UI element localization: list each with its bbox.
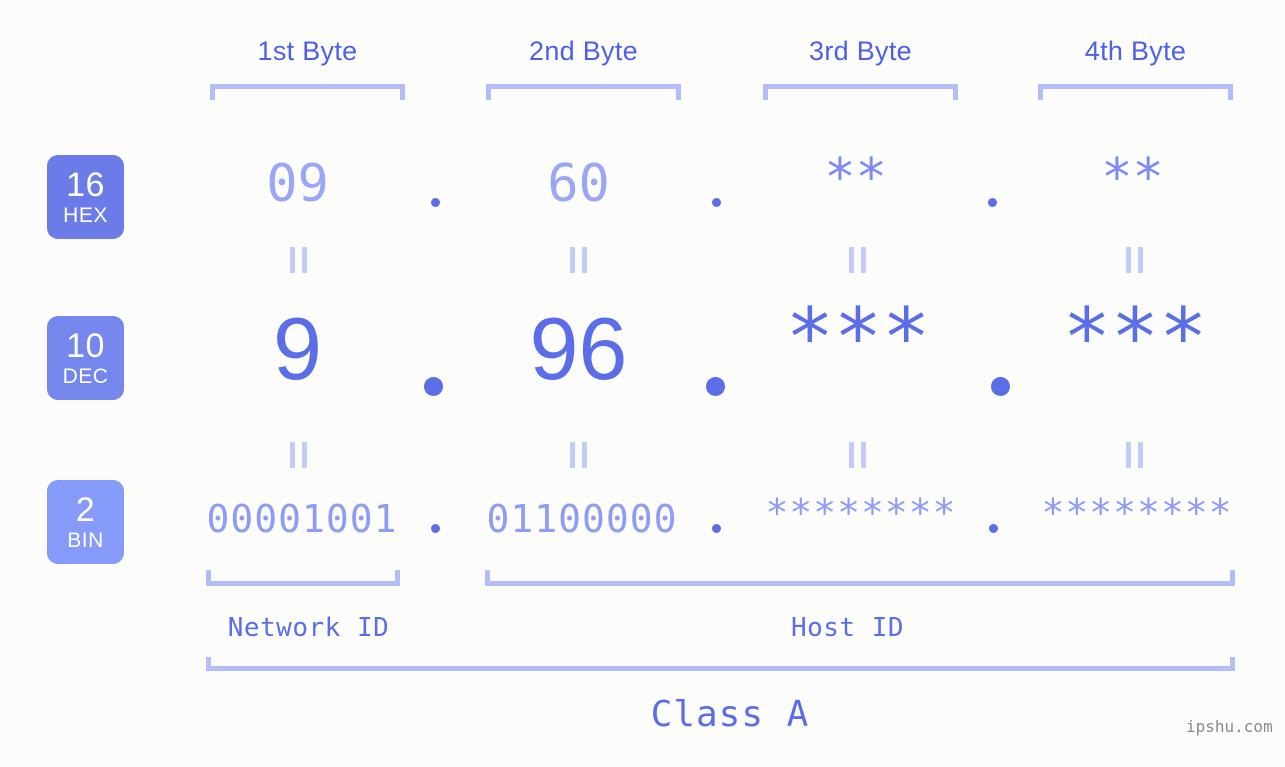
ip-breakdown-diagram: 1st Byte 2nd Byte 3rd Byte 4th Byte 16 H…: [0, 0, 1285, 767]
equals-mark-dec-bin-4: [1126, 442, 1143, 468]
hex-dot-separator-1: [431, 198, 440, 207]
equals-mark-hex-dec-1: [290, 247, 307, 273]
radix-badge-hex-label: HEX: [63, 204, 108, 227]
radix-badge-dec: 10 DEC: [47, 316, 124, 400]
byte-bracket-top-1: [210, 84, 405, 100]
equals-mark-dec-bin-3: [849, 442, 866, 468]
radix-badge-bin-number: 2: [75, 491, 96, 529]
radix-badge-dec-label: DEC: [62, 365, 109, 388]
radix-badge-hex: 16 HEX: [47, 155, 124, 239]
watermark: ipshu.com: [1186, 717, 1273, 736]
dec-dot-separator-1: [424, 377, 443, 396]
radix-badge-bin: 2 BIN: [47, 480, 124, 564]
dec-dot-separator-2: [706, 377, 725, 396]
equals-mark-dec-bin-2: [570, 442, 587, 468]
byte-header-4: 4th Byte: [1084, 36, 1187, 66]
class-bracket: [206, 657, 1235, 671]
dec-value-byte-4: ***: [1062, 291, 1208, 384]
bin-value-byte-2: 01100000: [486, 497, 678, 541]
hex-value-byte-1: 09: [266, 154, 329, 214]
dec-value-byte-2: 96: [529, 299, 628, 398]
byte-bracket-top-4: [1038, 84, 1233, 100]
bin-value-byte-4: ********: [1041, 491, 1233, 535]
radix-badge-bin-label: BIN: [67, 529, 104, 552]
equals-mark-hex-dec-2: [570, 247, 587, 273]
hex-value-byte-3: **: [824, 148, 887, 208]
byte-header-1: 1st Byte: [257, 36, 358, 66]
dec-dot-separator-3: [991, 377, 1010, 396]
dec-value-byte-3: ***: [785, 291, 931, 384]
equals-mark-dec-bin-1: [290, 442, 307, 468]
bin-dot-separator-3: [989, 524, 998, 533]
hex-dot-separator-2: [712, 198, 721, 207]
bin-dot-separator-2: [712, 524, 721, 533]
dec-value-byte-1: 9: [273, 299, 322, 398]
host-id-bracket: [485, 570, 1235, 586]
bin-value-byte-1: 00001001: [206, 497, 398, 541]
byte-header-3: 3rd Byte: [809, 36, 912, 66]
class-label: Class A: [650, 694, 810, 735]
bin-value-byte-3: ********: [765, 491, 957, 535]
hex-value-byte-2: 60: [547, 154, 610, 214]
host-id-label: Host ID: [790, 613, 905, 643]
network-id-label: Network ID: [227, 613, 390, 643]
network-id-bracket: [206, 570, 400, 586]
byte-bracket-top-2: [486, 84, 681, 100]
byte-header-2: 2nd Byte: [529, 36, 638, 66]
bin-dot-separator-1: [431, 524, 440, 533]
hex-value-byte-4: **: [1101, 148, 1164, 208]
equals-mark-hex-dec-3: [849, 247, 866, 273]
equals-mark-hex-dec-4: [1126, 247, 1143, 273]
radix-badge-dec-number: 10: [66, 327, 105, 365]
hex-dot-separator-3: [988, 198, 997, 207]
byte-bracket-top-3: [763, 84, 958, 100]
radix-badge-hex-number: 16: [66, 166, 105, 204]
